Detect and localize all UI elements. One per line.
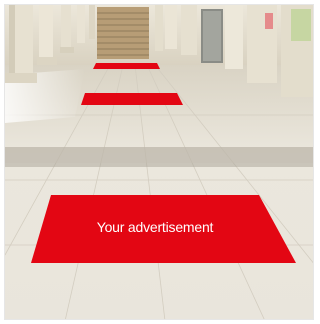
corridor-scene — [5, 5, 313, 319]
floor-ad-middle — [81, 93, 183, 105]
staircase — [97, 7, 149, 59]
floor-border-band — [5, 147, 313, 163]
floor-ad-main-label: Your advertisement — [96, 219, 214, 235]
corridor-photo: Your advertisement — [4, 4, 314, 320]
image-frame: Your advertisement — [0, 0, 318, 324]
floor-ad-far — [93, 63, 160, 69]
